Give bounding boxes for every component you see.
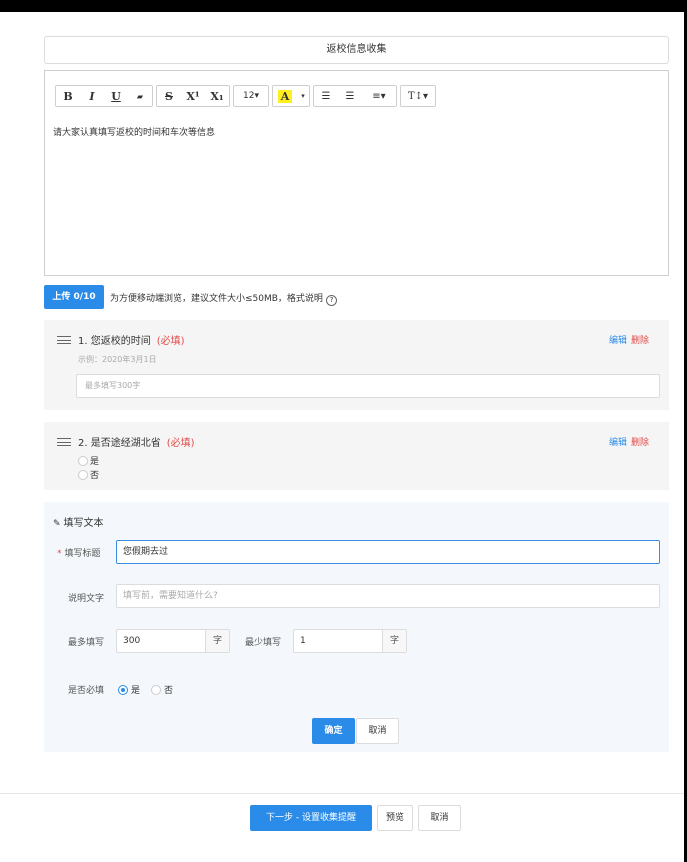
superscript-button[interactable]: X¹ bbox=[181, 86, 205, 106]
highlight-letter: A bbox=[277, 89, 293, 103]
unit-suffix: 字 bbox=[205, 630, 229, 652]
numbered-list-icon[interactable]: ☰ bbox=[338, 86, 362, 106]
confirm-button[interactable]: 确定 bbox=[312, 718, 355, 744]
radio-option-yes[interactable]: 是 bbox=[78, 454, 99, 467]
description-field[interactable]: 填写前，需要知道什么? bbox=[116, 584, 660, 608]
drag-handle-icon[interactable] bbox=[57, 438, 71, 446]
required-label: 是否必填 bbox=[68, 686, 105, 696]
preview-button[interactable]: 预览 bbox=[377, 805, 413, 831]
highlight-color-button[interactable]: A bbox=[273, 86, 297, 106]
radio-label: 否 bbox=[90, 471, 100, 481]
subscript-button[interactable]: X₁ bbox=[205, 86, 229, 106]
question-title-field[interactable]: 您假期去过 bbox=[116, 540, 660, 564]
required-no-radio[interactable] bbox=[151, 684, 162, 695]
edit-link[interactable]: 编辑 bbox=[609, 438, 627, 448]
title-label-text: 填写标题 bbox=[64, 549, 101, 559]
editor-content[interactable]: 请大家认真填写返校的时间和车次等信息 bbox=[53, 125, 215, 138]
bullet-list-icon[interactable]: ☰ bbox=[314, 86, 338, 106]
question-title: 2. 是否途经湖北省 (必填) bbox=[78, 434, 195, 449]
question-title-text: 2. 是否途经湖北省 bbox=[78, 438, 161, 449]
highlight-caret-icon[interactable]: ▾ bbox=[297, 86, 309, 106]
required-marker: (必填) bbox=[166, 438, 195, 449]
question-example: 示例：2020年3月1日 bbox=[78, 355, 157, 364]
radio-circle[interactable] bbox=[78, 469, 88, 480]
footer-cancel-button[interactable]: 取消 bbox=[418, 805, 461, 831]
question-title-text: 1. 您返校的时间 bbox=[78, 336, 151, 347]
font-size-select[interactable]: 12▾ bbox=[234, 86, 268, 106]
top-black-bar bbox=[0, 0, 687, 12]
required-yes-radio[interactable] bbox=[118, 684, 128, 695]
text-question-editor-panel: ✎ 填写文本 * 填写标题 您假期去过 说明文字 填写前，需要知道什么? 最多填写 … bbox=[44, 502, 669, 752]
font-size-group: 12▾ bbox=[233, 85, 269, 107]
min-length-value: 1 bbox=[300, 636, 306, 646]
delete-link[interactable]: 删除 bbox=[631, 438, 649, 448]
strikethrough-button[interactable]: S bbox=[157, 86, 181, 106]
upload-hint-text: 为方便移动端浏览，建议文件大小≤50MB，格式说明 bbox=[110, 294, 323, 304]
desc-label: 说明文字 bbox=[68, 594, 105, 604]
form-title-input[interactable]: 返校信息收集 bbox=[44, 36, 669, 64]
edit-link[interactable]: 编辑 bbox=[609, 336, 627, 346]
required-yes-label[interactable]: 是 bbox=[131, 683, 140, 696]
question-card-1[interactable]: 1. 您返校的时间 (必填) 编辑 删除 示例：2020年3月1日 最多填写300字 bbox=[44, 320, 669, 410]
editor-toolbar: B I U ▰ S X¹ X₁ 12▾ A ▾ ☰ ☰ ≡▾ T↕▾ bbox=[55, 85, 436, 107]
script-group: S X¹ X₁ bbox=[156, 85, 230, 107]
line-height-icon[interactable]: T↕▾ bbox=[401, 86, 435, 106]
required-radio-group: 是 否 bbox=[118, 683, 173, 696]
clear-format-icon[interactable]: ▰ bbox=[128, 86, 152, 106]
title-label: * 填写标题 bbox=[57, 546, 101, 559]
align-icon[interactable]: ≡▾ bbox=[362, 86, 396, 106]
upload-hint: 为方便移动端浏览，建议文件大小≤50MB，格式说明? bbox=[110, 291, 337, 306]
italic-button[interactable]: I bbox=[80, 86, 104, 106]
radio-option-no[interactable]: 否 bbox=[78, 468, 99, 481]
footer-divider bbox=[0, 793, 684, 794]
required-star: * bbox=[57, 549, 62, 559]
question-title: 1. 您返校的时间 (必填) bbox=[78, 332, 185, 347]
line-height-group: T↕▾ bbox=[400, 85, 436, 107]
format-group: B I U ▰ bbox=[55, 85, 153, 107]
panel-cancel-button[interactable]: 取消 bbox=[356, 718, 399, 744]
question-card-2[interactable]: 2. 是否途经湖北省 (必填) 编辑 删除 是 否 bbox=[44, 422, 669, 490]
unit-suffix: 字 bbox=[382, 630, 406, 652]
bold-button[interactable]: B bbox=[56, 86, 80, 106]
upload-button[interactable]: 上传 0/10 bbox=[44, 285, 104, 309]
panel-title: ✎ 填写文本 bbox=[53, 514, 104, 529]
panel-title-text: 填写文本 bbox=[63, 518, 104, 529]
required-marker: (必填) bbox=[156, 336, 185, 347]
max-length-field[interactable]: 300 字 bbox=[116, 629, 230, 653]
next-step-button[interactable]: 下一步 - 设置收集提醒 bbox=[250, 805, 372, 831]
highlight-group: A ▾ bbox=[272, 85, 310, 107]
radio-circle[interactable] bbox=[78, 455, 88, 466]
max-label: 最多填写 bbox=[68, 638, 105, 648]
answer-input[interactable]: 最多填写300字 bbox=[76, 374, 660, 398]
drag-handle-icon[interactable] bbox=[57, 336, 71, 344]
min-label: 最少填写 bbox=[245, 638, 282, 648]
question-actions: 编辑 删除 bbox=[609, 435, 649, 448]
help-icon[interactable]: ? bbox=[325, 295, 337, 306]
required-no-label[interactable]: 否 bbox=[164, 683, 173, 696]
pencil-icon: ✎ bbox=[53, 519, 61, 529]
max-length-value: 300 bbox=[123, 636, 141, 646]
rich-text-editor[interactable]: B I U ▰ S X¹ X₁ 12▾ A ▾ ☰ ☰ ≡▾ T↕▾ 请大家认真… bbox=[44, 70, 669, 276]
question-actions: 编辑 删除 bbox=[609, 333, 649, 346]
list-group: ☰ ☰ ≡▾ bbox=[313, 85, 397, 107]
underline-button[interactable]: U bbox=[104, 86, 128, 106]
radio-label: 是 bbox=[90, 457, 100, 467]
min-length-field[interactable]: 1字 bbox=[293, 629, 407, 653]
delete-link[interactable]: 删除 bbox=[631, 336, 649, 346]
